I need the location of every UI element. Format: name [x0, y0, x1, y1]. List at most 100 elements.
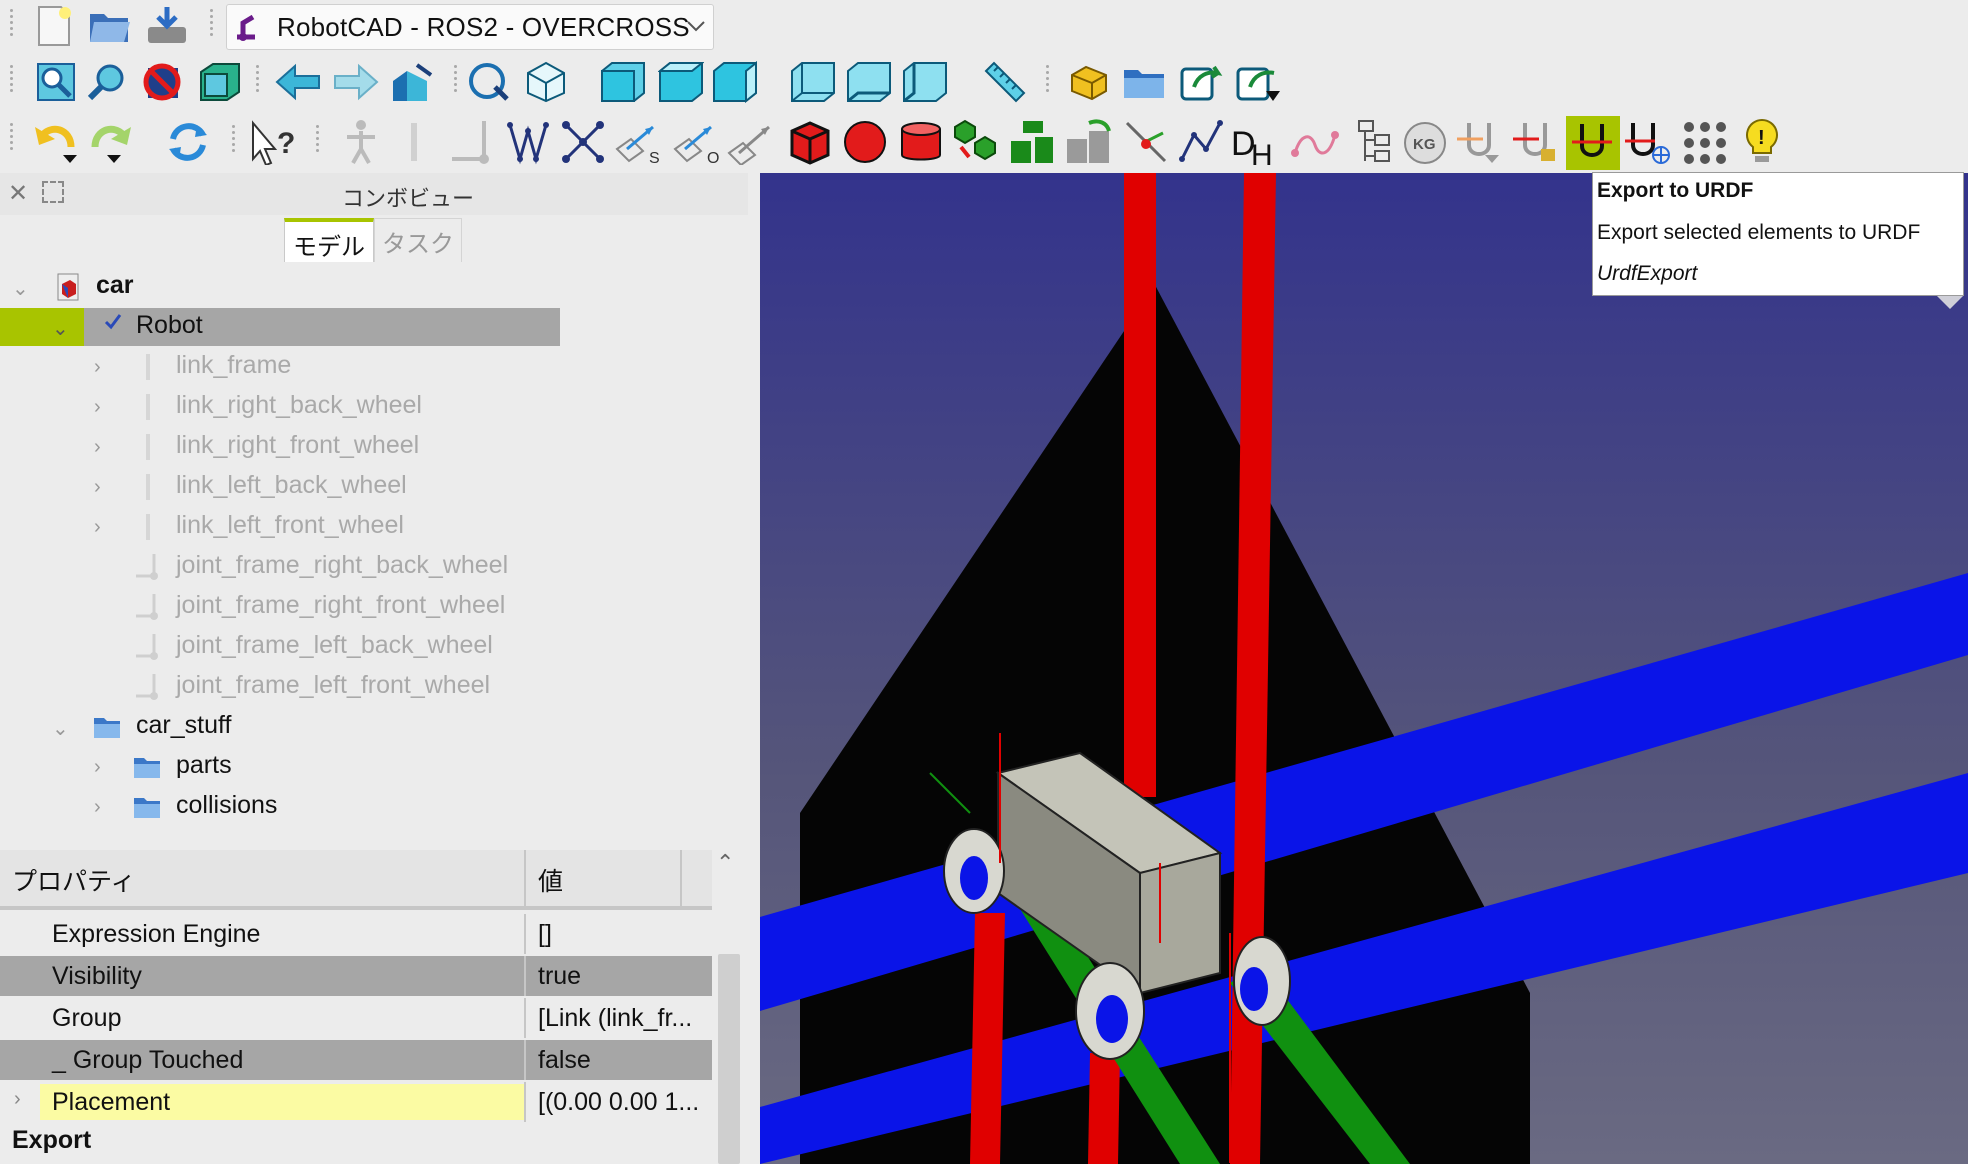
create-part-icon[interactable]	[1064, 60, 1114, 104]
toolbar-grip[interactable]	[210, 6, 218, 39]
front-view-icon[interactable]	[598, 60, 648, 104]
export-urdf-icon[interactable]	[1566, 116, 1620, 170]
open-folder-icon[interactable]	[88, 4, 134, 48]
toolbar-grip[interactable]	[316, 122, 324, 155]
nav-cube-arrow-icon[interactable]	[1936, 295, 1964, 309]
toolbar-grip[interactable]	[1046, 62, 1054, 95]
robot-structure-icon[interactable]	[1342, 118, 1396, 166]
tree-item-link[interactable]: › link_frame	[0, 348, 748, 386]
property-column-value[interactable]: 値	[538, 862, 563, 898]
chevron-right-icon[interactable]: ›	[14, 1088, 21, 1111]
chevron-down-icon[interactable]: ⌄	[52, 316, 69, 341]
toolbar-grip[interactable]	[256, 62, 264, 95]
chain-path-icon[interactable]	[1176, 118, 1226, 166]
toolbar-grip[interactable]	[232, 122, 240, 155]
property-row[interactable]: _ Group Touched false	[0, 1040, 712, 1080]
tree-item-link[interactable]: › link_left_front_wheel	[0, 508, 748, 546]
link-icon[interactable]	[394, 118, 434, 166]
create-collision-icon[interactable]	[950, 118, 1002, 166]
assembly-icon[interactable]	[1678, 118, 1732, 166]
joint-axis-icon[interactable]	[1120, 118, 1172, 166]
fit-all-icon[interactable]	[34, 60, 78, 104]
property-row[interactable]: Group [Link (link_fr...	[0, 998, 712, 1038]
robot-figure-icon[interactable]	[336, 118, 386, 166]
tree-item-link[interactable]: › link_right_back_wheel	[0, 388, 748, 426]
joint-icon[interactable]	[446, 118, 496, 166]
set-placement-icon[interactable]	[724, 118, 778, 166]
tree-item-group[interactable]: › collisions	[0, 788, 748, 826]
property-row[interactable]: Visibility true	[0, 956, 712, 996]
toolbar-grip[interactable]	[10, 62, 18, 95]
axonometric-view-icon[interactable]	[522, 60, 570, 104]
chain-structure-icon[interactable]	[502, 118, 552, 166]
chevron-right-icon[interactable]: ›	[94, 516, 101, 539]
3d-viewport[interactable]	[760, 173, 1968, 1164]
cylinder-icon[interactable]	[896, 118, 946, 166]
set-placement-s-icon[interactable]: S	[612, 118, 666, 166]
tip-lightbulb-icon[interactable]: !	[1736, 118, 1788, 166]
copy-collision-icon[interactable]	[1062, 118, 1116, 166]
property-value[interactable]: []	[538, 920, 712, 949]
whats-this-icon[interactable]: ?	[248, 118, 300, 166]
redo-icon[interactable]	[86, 118, 134, 166]
tree-item-robot[interactable]: ⌄ Robot	[0, 308, 748, 346]
set-placement-o-icon[interactable]: O	[670, 118, 724, 166]
arrow-right-icon[interactable]	[330, 60, 380, 104]
property-row[interactable]: › Placement [(0.00 0.00 1...	[0, 1082, 712, 1122]
column-divider[interactable]	[680, 850, 682, 906]
chevron-right-icon[interactable]: ›	[94, 796, 101, 819]
link-make-icon[interactable]	[1176, 60, 1226, 104]
left-view-icon[interactable]	[900, 60, 950, 104]
rear-view-icon[interactable]	[788, 60, 838, 104]
cube-icon[interactable]	[784, 118, 834, 166]
trajectory-icon[interactable]	[1290, 118, 1340, 166]
tree-item-joint[interactable]: joint_frame_left_front_wheel	[0, 668, 748, 706]
workbench-view-icon[interactable]	[388, 60, 436, 104]
tree-item-car[interactable]: ⌄ car	[0, 268, 748, 306]
property-scrollbar[interactable]	[718, 954, 740, 1164]
bounding-box-collision-icon[interactable]	[1006, 118, 1058, 166]
mass-kg-icon[interactable]: KG	[1400, 118, 1450, 166]
create-group-icon[interactable]	[1120, 60, 1170, 104]
property-row[interactable]: Expression Engine []	[0, 914, 712, 954]
3d-scene[interactable]	[760, 173, 1968, 1164]
property-value[interactable]: [Link (link_fr...	[538, 1004, 712, 1033]
property-column-name[interactable]: プロパティ	[12, 862, 136, 898]
draw-style-icon[interactable]	[140, 60, 184, 104]
link-sub-icon[interactable]	[1232, 60, 1284, 104]
fit-selection-icon[interactable]	[86, 60, 130, 104]
tree-item-link[interactable]: › link_right_front_wheel	[0, 428, 748, 466]
tab-model[interactable]: モデル	[284, 218, 374, 266]
connect-links-icon[interactable]	[558, 118, 608, 166]
chevron-right-icon[interactable]: ›	[94, 476, 101, 499]
tree-item-link[interactable]: › link_left_back_wheel	[0, 468, 748, 506]
tree-item-group[interactable]: › parts	[0, 748, 748, 786]
property-value[interactable]: false	[538, 1046, 712, 1075]
chevron-up-icon[interactable]: ⌃	[716, 850, 734, 876]
tree-item-joint[interactable]: joint_frame_left_back_wheel	[0, 628, 748, 666]
property-value[interactable]: [(0.00 0.00 1...	[538, 1088, 712, 1117]
toolbar-grip[interactable]	[10, 6, 18, 39]
undo-icon[interactable]	[32, 118, 80, 166]
arrow-left-icon[interactable]	[274, 60, 324, 104]
urdf-sub-icon[interactable]	[1510, 118, 1562, 166]
chevron-down-icon[interactable]: ⌄	[52, 716, 69, 741]
tab-task[interactable]: タスク	[374, 218, 462, 263]
bottom-view-icon[interactable]	[844, 60, 894, 104]
toolbar-grip[interactable]	[10, 120, 18, 153]
workbench-selector[interactable]: RobotCAD - ROS2 - OVERCROSS	[226, 4, 714, 50]
std-view-isometric-icon[interactable]	[464, 60, 512, 104]
toolbar-grip[interactable]	[454, 62, 462, 95]
bounding-box-icon[interactable]	[196, 60, 244, 104]
chevron-right-icon[interactable]: ›	[94, 756, 101, 779]
tree-item-group[interactable]: ⌄ car_stuff	[0, 708, 748, 746]
right-view-icon[interactable]	[710, 60, 760, 104]
chevron-right-icon[interactable]: ›	[94, 436, 101, 459]
urdf-import-icon[interactable]	[1454, 118, 1506, 166]
export-urdf-web-icon[interactable]	[1622, 118, 1676, 166]
tree-item-joint[interactable]: joint_frame_right_back_wheel	[0, 548, 748, 586]
sphere-icon[interactable]	[840, 118, 890, 166]
chevron-down-icon[interactable]: ⌄	[12, 276, 29, 301]
save-icon[interactable]	[144, 4, 190, 48]
property-value[interactable]: true	[538, 962, 712, 991]
